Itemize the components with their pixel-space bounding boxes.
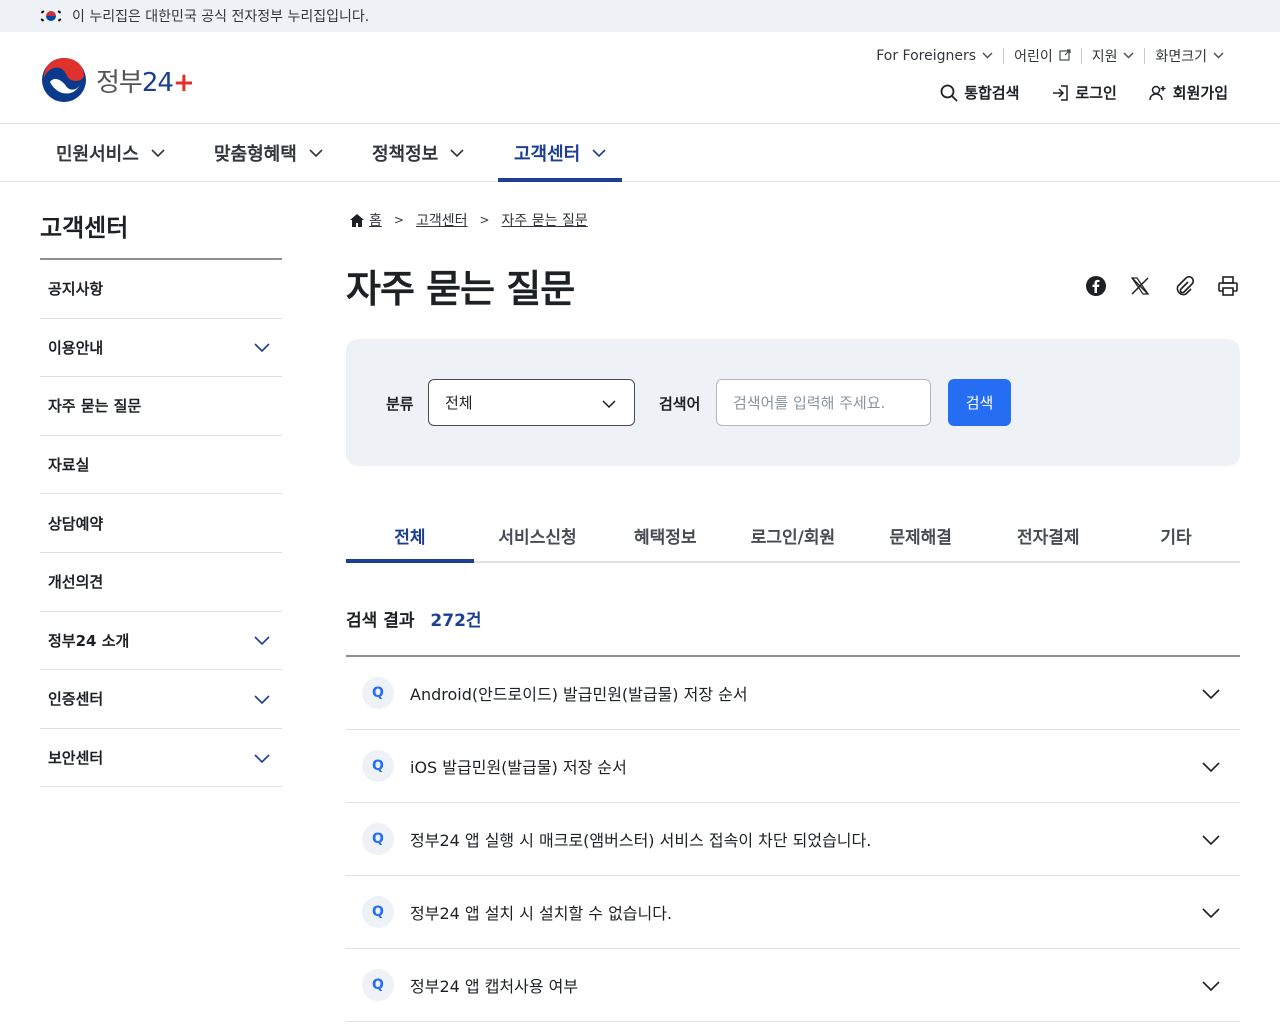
chevron-down-icon <box>450 148 464 157</box>
nav-customer-center[interactable]: 고객센터 <box>497 124 623 182</box>
category-label: 분류 <box>386 395 414 413</box>
login-button[interactable]: 로그인 <box>1051 82 1117 103</box>
faq-item[interactable]: Q iOS 발급민원(발급물) 저장 순서 <box>346 730 1240 803</box>
site-logo[interactable]: 정부24+ <box>40 56 195 104</box>
question-badge: Q <box>362 969 394 1001</box>
sidebar-item-feedback[interactable]: 개선의견 <box>40 553 282 612</box>
breadcrumb: 홈 > 고객센터 > 자주 묻는 질문 <box>350 210 588 230</box>
search-panel: 분류 전체 검색어 검색 <box>346 339 1240 466</box>
sidebar-item-certification[interactable]: 인증센터 <box>40 670 282 729</box>
user-actions: 통합검색 로그인 회원가입 <box>908 82 1228 103</box>
sidebar-item-library[interactable]: 자료실 <box>40 436 282 495</box>
tab-all[interactable]: 전체 <box>346 510 474 563</box>
tab-benefit-info[interactable]: 혜택정보 <box>601 510 729 561</box>
sidebar-title: 고객센터 <box>40 214 129 242</box>
share-tools <box>1084 274 1240 298</box>
tab-troubleshooting[interactable]: 문제해결 <box>857 510 985 561</box>
chevron-down-icon <box>1202 684 1220 703</box>
support-menu[interactable]: 지원 <box>1080 48 1145 65</box>
sidebar-menu: 공지사항 이용안내 자주 묻는 질문 자료실 상담예약 개선의견 정부24 소개… <box>40 258 282 788</box>
chevron-down-icon <box>254 631 270 649</box>
keyword-label: 검색어 <box>659 395 701 413</box>
faq-item[interactable]: Q Android(안드로이드) 발급민원(발급물) 저장 순서 <box>346 657 1240 730</box>
chevron-down-icon <box>1202 976 1220 995</box>
chevron-down-icon <box>254 749 270 767</box>
search-result-summary: 검색 결과 272건 <box>346 606 482 631</box>
chevron-down-icon <box>1123 51 1134 62</box>
faq-item[interactable]: Q 정부24 앱 실행 시 매크로(앰버스터) 서비스 접속이 차단 되었습니다… <box>346 803 1240 876</box>
sidebar-item-faq[interactable]: 자주 묻는 질문 <box>40 377 282 436</box>
breadcrumb-faq[interactable]: 자주 묻는 질문 <box>502 210 588 230</box>
main-navigation: 민원서비스 맞춤형혜택 정책정보 고객센터 <box>0 124 1280 182</box>
chevron-down-icon <box>1213 51 1224 62</box>
chevron-down-icon <box>592 148 606 157</box>
sidebar-item-guide[interactable]: 이용안내 <box>40 319 282 378</box>
chevron-right-icon: > <box>393 213 404 227</box>
nav-custom-benefits[interactable]: 맞춤형혜택 <box>214 124 323 181</box>
page-title: 자주 묻는 질문 <box>346 267 575 311</box>
chevron-down-icon <box>309 148 323 157</box>
site-header: 정부24+ For Foreigners 어린이 지원 화면크기 통합검색 로그… <box>0 32 1280 124</box>
question-badge: Q <box>362 750 394 782</box>
external-link-icon <box>1059 48 1071 64</box>
sidebar-item-about[interactable]: 정부24 소개 <box>40 612 282 671</box>
sidebar-item-notice[interactable]: 공지사항 <box>40 260 282 319</box>
nav-policy-info[interactable]: 정책정보 <box>372 124 464 181</box>
gov-banner: 이 누리집은 대한민국 공식 전자정부 누리집입니다. <box>0 0 1280 32</box>
home-icon <box>350 213 364 227</box>
gov-banner-text: 이 누리집은 대한민국 공식 전자정부 누리집입니다. <box>72 9 370 25</box>
for-foreigners-link[interactable]: For Foreigners <box>866 48 1003 64</box>
gov-emblem-icon <box>42 58 86 102</box>
chevron-down-icon <box>602 394 616 412</box>
tab-service-application[interactable]: 서비스신청 <box>474 510 602 561</box>
user-plus-icon <box>1149 84 1167 102</box>
integrated-search-button[interactable]: 통합검색 <box>940 82 1019 103</box>
breadcrumb-home[interactable]: 홈 <box>369 210 382 230</box>
chevron-down-icon <box>254 338 270 356</box>
question-badge: Q <box>362 677 394 709</box>
faq-question: iOS 발급민원(발급물) 저장 순서 <box>410 758 627 777</box>
chevron-down-icon <box>1202 757 1220 776</box>
nav-civil-service[interactable]: 민원서비스 <box>56 124 165 181</box>
breadcrumb-customer-center[interactable]: 고객센터 <box>416 210 468 230</box>
faq-item[interactable]: Q 정부24 앱 캡처사용 여부 <box>346 949 1240 1022</box>
search-icon <box>940 84 958 102</box>
faq-category-tabs: 전체 서비스신청 혜택정보 로그인/회원 문제해결 전자결제 기타 <box>346 510 1240 563</box>
chevron-down-icon <box>254 690 270 708</box>
faq-list: Q Android(안드로이드) 발급민원(발급물) 저장 순서 Q iOS 발… <box>346 655 1240 1022</box>
tab-login-member[interactable]: 로그인/회원 <box>729 510 857 561</box>
faq-question: 정부24 앱 설치 시 설치할 수 없습니다. <box>410 904 673 923</box>
facebook-icon[interactable] <box>1084 274 1108 298</box>
sidebar-item-security[interactable]: 보안센터 <box>40 729 282 788</box>
site-logo-text: 정부24+ <box>96 67 195 98</box>
screen-size-menu[interactable]: 화면크기 <box>1144 48 1234 65</box>
login-icon <box>1051 84 1069 102</box>
chevron-right-icon: > <box>479 213 490 227</box>
utility-links: For Foreigners 어린이 지원 화면크기 <box>866 48 1234 65</box>
korea-flag-icon <box>40 9 62 23</box>
search-input[interactable] <box>716 379 931 426</box>
signup-button[interactable]: 회원가입 <box>1149 82 1228 103</box>
link-icon[interactable] <box>1172 274 1196 298</box>
chevron-down-icon <box>151 148 165 157</box>
x-icon[interactable] <box>1128 274 1152 298</box>
chevron-down-icon <box>1202 830 1220 849</box>
faq-question: Android(안드로이드) 발급민원(발급물) 저장 순서 <box>410 685 748 704</box>
search-button[interactable]: 검색 <box>948 379 1011 426</box>
faq-item[interactable]: Q 정부24 앱 설치 시 설치할 수 없습니다. <box>346 876 1240 949</box>
question-badge: Q <box>362 896 394 928</box>
question-badge: Q <box>362 823 394 855</box>
tab-etc[interactable]: 기타 <box>1112 510 1240 561</box>
chevron-down-icon <box>1202 903 1220 922</box>
chevron-down-icon <box>982 51 993 62</box>
kids-link[interactable]: 어린이 <box>1003 48 1081 65</box>
faq-question: 정부24 앱 캡처사용 여부 <box>410 977 579 996</box>
faq-question: 정부24 앱 실행 시 매크로(앰버스터) 서비스 접속이 차단 되었습니다. <box>410 831 872 850</box>
result-count: 272건 <box>430 611 482 631</box>
category-select[interactable]: 전체 <box>428 379 635 426</box>
print-icon[interactable] <box>1216 274 1240 298</box>
sidebar-item-consult[interactable]: 상담예약 <box>40 494 282 553</box>
tab-e-payment[interactable]: 전자결제 <box>984 510 1112 561</box>
result-label: 검색 결과 <box>346 611 415 631</box>
